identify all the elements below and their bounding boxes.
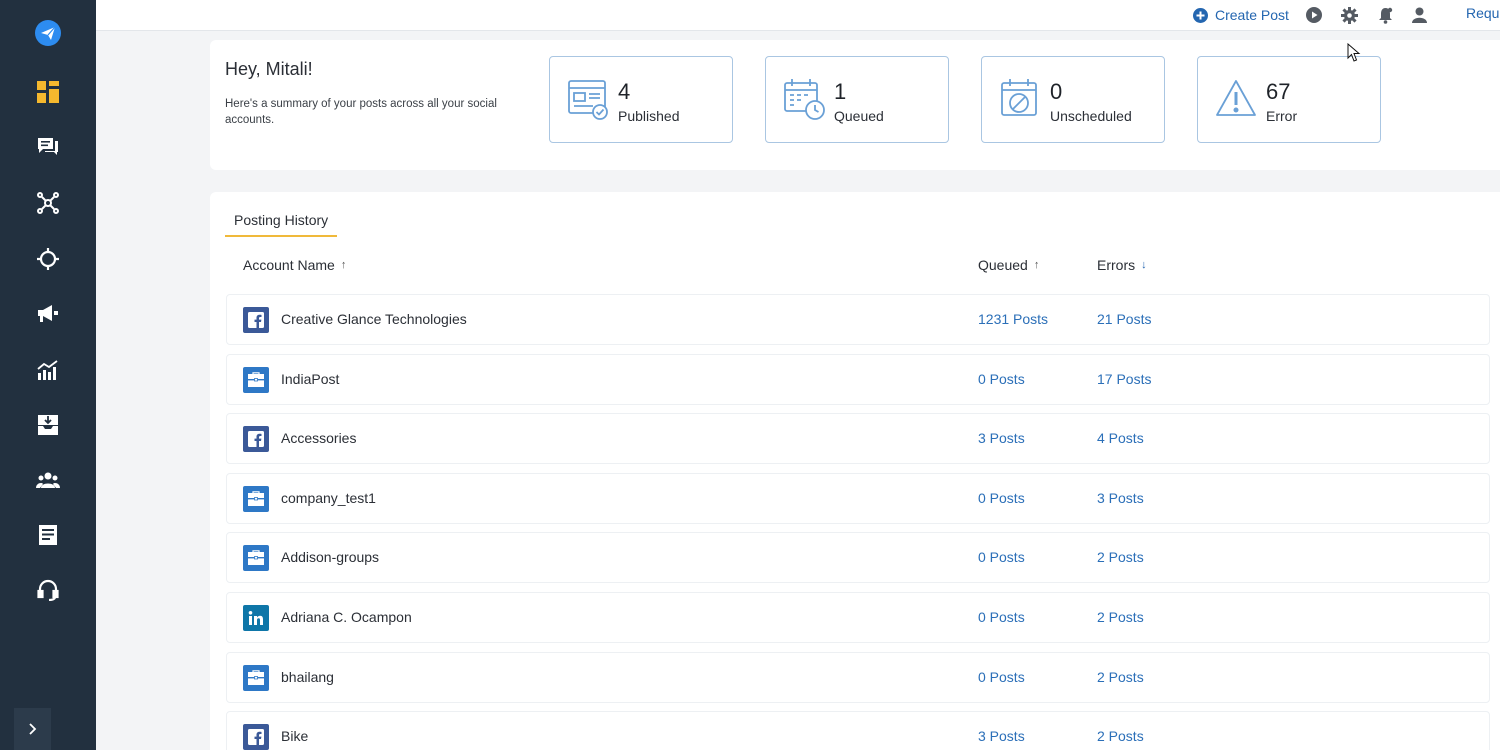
column-header-queued[interactable]: Queued ↑ — [978, 257, 1039, 273]
queued-posts-link[interactable]: 3 Posts — [978, 728, 1025, 744]
create-post-label: Create Post — [1215, 7, 1289, 23]
error-posts-link[interactable]: 2 Posts — [1097, 609, 1144, 625]
account-name: Adriana C. Ocampon — [281, 609, 412, 625]
error-label: Error — [1266, 108, 1298, 124]
errors-header-label: Errors — [1097, 257, 1136, 273]
plus-circle-icon — [1193, 7, 1208, 23]
chat-icon[interactable] — [24, 127, 72, 167]
expand-sidebar-button[interactable] — [14, 708, 51, 750]
target-icon[interactable] — [24, 239, 72, 279]
account-name: Bike — [281, 728, 309, 745]
error-posts-link[interactable]: 21 Posts — [1097, 311, 1151, 327]
business-account-icon — [243, 485, 269, 512]
summary-panel: Hey, Mitali! Here's a summary of your po… — [210, 40, 1500, 170]
sidebar — [0, 0, 96, 750]
app-logo-send-icon[interactable] — [24, 13, 72, 53]
unscheduled-label: Unscheduled — [1050, 108, 1132, 124]
table-row[interactable]: company_test1 0 Posts 3 Posts — [226, 472, 1490, 524]
published-label: Published — [618, 108, 680, 124]
stat-card-unscheduled[interactable]: 0 Unscheduled — [981, 56, 1165, 143]
facebook-icon — [243, 724, 269, 750]
account-name: IndiaPost — [281, 370, 340, 387]
table-row[interactable]: IndiaPost 0 Posts 17 Posts — [226, 353, 1490, 405]
analytics-icon[interactable] — [24, 350, 72, 390]
notification-bell-icon[interactable] — [1374, 4, 1396, 26]
queued-label: Queued — [834, 108, 884, 124]
business-account-icon — [243, 366, 269, 393]
account-name: Creative Glance Technologies — [281, 311, 467, 327]
megaphone-icon[interactable] — [24, 294, 72, 334]
unscheduled-count: 0 — [1050, 79, 1063, 104]
column-header-errors[interactable]: Errors ↓ — [1097, 257, 1147, 273]
table-row[interactable]: Adriana C. Ocampon 0 Posts 2 Posts — [226, 592, 1490, 643]
table-row[interactable]: Creative Glance Technologies 1231 Posts 21… — [226, 294, 1490, 345]
inbox-download-icon[interactable] — [24, 405, 72, 445]
sort-up-arrow-icon: ↑ — [340, 259, 347, 271]
posting-history-panel: Posting History Account Name ↑ Queued ↑ … — [210, 192, 1500, 750]
queued-posts-link[interactable]: 3 Posts — [978, 430, 1025, 446]
column-header-account-name[interactable]: Account Name ↑ — [243, 257, 346, 273]
error-count: 67 — [1266, 79, 1291, 104]
support-headset-icon[interactable] — [24, 570, 72, 610]
dashboard-icon[interactable] — [24, 72, 72, 112]
business-account-icon — [243, 664, 269, 691]
account-name: bhailang — [281, 668, 334, 685]
user-profile-icon[interactable] — [1408, 4, 1430, 26]
users-icon[interactable] — [24, 460, 72, 500]
sort-down-arrow-icon: ↓ — [1141, 259, 1147, 271]
published-count: 4 — [618, 79, 631, 104]
queued-posts-link[interactable]: 0 Posts — [978, 490, 1025, 506]
error-posts-link[interactable]: 3 Posts — [1097, 490, 1144, 506]
chevron-right-icon — [28, 723, 36, 735]
top-bar: Create Post Requ — [96, 0, 1500, 31]
greeting-title: Hey, Mitali! — [225, 59, 313, 79]
queued-calendar-icon — [784, 79, 825, 120]
tab-posting-history[interactable]: Posting History — [225, 212, 338, 237]
account-name-header-label: Account Name — [243, 257, 335, 273]
published-icon — [568, 80, 608, 120]
account-name: Addison-groups — [281, 549, 380, 566]
facebook-icon — [243, 426, 269, 453]
greeting-subtext: Here's a summary of your posts across al… — [225, 98, 497, 126]
sort-up-arrow-icon: ↑ — [1033, 259, 1040, 271]
stat-card-queued[interactable]: 1 Queued — [765, 56, 949, 143]
unscheduled-calendar-icon — [1001, 79, 1037, 116]
business-account-icon — [243, 545, 269, 572]
network-icon[interactable] — [24, 183, 72, 223]
error-posts-link[interactable]: 17 Posts — [1097, 371, 1151, 387]
stat-card-published[interactable]: 4 Published — [549, 56, 733, 143]
table-row[interactable]: bhailang 0 Posts 2 Posts — [226, 651, 1490, 703]
queued-header-label: Queued — [978, 257, 1028, 273]
error-posts-link[interactable]: 2 Posts — [1097, 728, 1144, 744]
queued-posts-link[interactable]: 0 Posts — [978, 371, 1025, 387]
error-posts-link[interactable]: 4 Posts — [1097, 430, 1144, 446]
account-name: Accessories — [281, 430, 357, 447]
error-posts-link[interactable]: 2 Posts — [1097, 669, 1144, 685]
stat-card-error[interactable]: 67 Error — [1197, 56, 1381, 143]
queued-posts-link[interactable]: 0 Posts — [978, 669, 1025, 685]
report-icon[interactable] — [24, 515, 72, 555]
account-name: company_test1 — [281, 489, 376, 506]
table-row[interactable]: Accessories 3 Posts 4 Posts — [226, 413, 1490, 465]
facebook-icon — [243, 307, 269, 333]
linkedin-icon — [243, 605, 269, 631]
play-icon[interactable] — [1303, 4, 1325, 26]
mouse-cursor-icon — [1347, 43, 1361, 62]
create-post-button[interactable]: Create Post — [1193, 4, 1289, 26]
queued-posts-link[interactable]: 0 Posts — [978, 609, 1025, 625]
table-row[interactable]: Bike 3 Posts 2 Posts — [226, 711, 1490, 750]
queued-count: 1 — [834, 79, 847, 104]
queued-posts-link[interactable]: 1231 Posts — [978, 311, 1048, 327]
settings-gear-icon[interactable] — [1338, 4, 1360, 26]
table-row[interactable]: Addison-groups 0 Posts 2 Posts — [226, 532, 1490, 584]
request-link[interactable]: Requ — [1466, 5, 1499, 21]
error-posts-link[interactable]: 2 Posts — [1097, 549, 1144, 565]
queued-posts-link[interactable]: 0 Posts — [978, 549, 1025, 565]
warning-icon — [1216, 80, 1256, 116]
